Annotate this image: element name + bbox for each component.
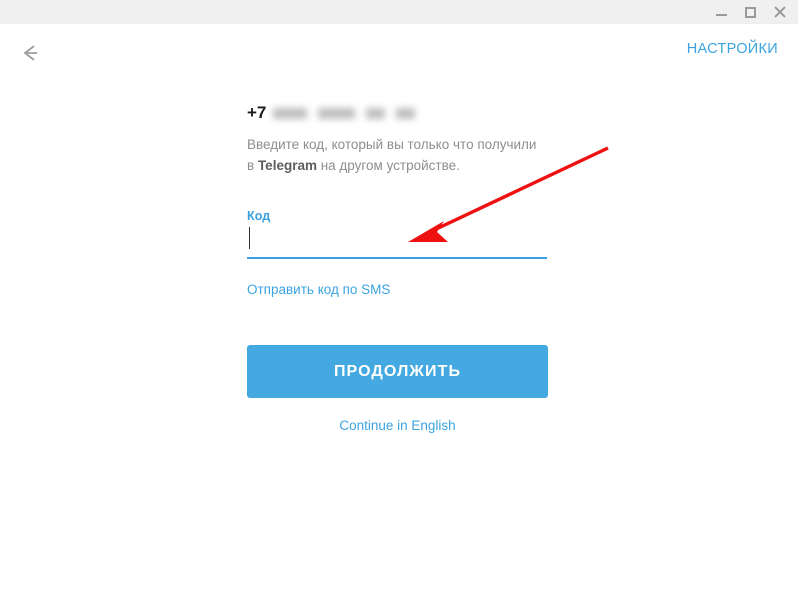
code-hint-text: Введите код, который вы только что получ… [247, 134, 547, 176]
close-icon [773, 6, 786, 19]
continue-button[interactable]: ПРОДОЛЖИТЬ [247, 345, 548, 398]
maximize-icon [745, 6, 756, 18]
phone-country-prefix: +7 [247, 103, 267, 122]
back-button[interactable] [12, 36, 46, 70]
code-field-block: Код Отправить код по SMS [247, 209, 547, 299]
redacted-chunk [396, 107, 416, 119]
code-field-label: Код [247, 209, 271, 223]
redacted-chunk [366, 107, 386, 119]
hint-line-2-prefix: в [247, 158, 258, 173]
continue-in-english-link[interactable]: Continue in English [247, 418, 548, 433]
app-header: НАСТРОЙКИ [0, 24, 798, 82]
text-caret [249, 227, 251, 249]
redacted-chunk [273, 107, 308, 119]
send-code-sms-link[interactable]: Отправить код по SMS [247, 282, 390, 297]
title-bar [0, 0, 798, 24]
redacted-chunk [318, 107, 356, 119]
telegram-login-window: НАСТРОЙКИ +7 Введите код, который вы тол… [0, 0, 798, 598]
maximize-button[interactable] [736, 0, 765, 24]
phone-number-redacted [273, 107, 416, 119]
minimize-icon [716, 14, 727, 16]
hint-brand-name: Telegram [257, 158, 317, 173]
settings-link[interactable]: НАСТРОЙКИ [687, 41, 778, 57]
hint-line-2-suffix: на другом устройстве. [316, 158, 460, 173]
arrow-left-icon [24, 45, 38, 61]
hint-line-1: Введите код, который вы только что получ… [247, 137, 537, 152]
minimize-button[interactable] [707, 0, 736, 24]
code-input-field[interactable] [247, 223, 547, 259]
close-button[interactable] [765, 0, 794, 24]
login-form: +7 Введите код, который вы только что по… [247, 100, 548, 433]
window-controls [707, 0, 794, 24]
phone-number-row: +7 [247, 100, 548, 126]
